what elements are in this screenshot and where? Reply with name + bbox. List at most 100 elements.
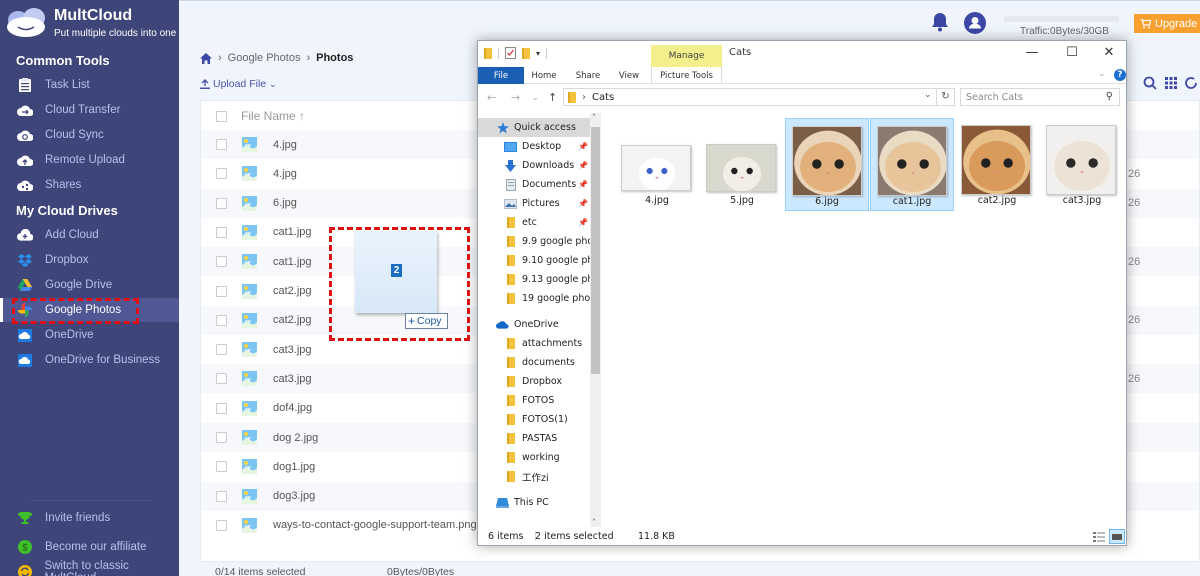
details-view-icon[interactable] — [1091, 529, 1107, 544]
tree-item-pictures[interactable]: Pictures 📌 — [478, 194, 590, 213]
sidebar-item-task-list[interactable]: Task List — [0, 73, 179, 97]
file-name[interactable]: cat1.jpg — [273, 226, 312, 238]
tree-item-etc[interactable]: etc 📌 — [478, 213, 590, 232]
row-checkbox[interactable] — [216, 168, 227, 180]
row-checkbox[interactable] — [216, 432, 227, 443]
breadcrumb-google-photos[interactable]: Google Photos — [228, 52, 301, 64]
refresh-icon[interactable] — [1185, 76, 1197, 90]
tab-file[interactable]: File — [478, 67, 524, 84]
tree-item-9-13-google-pho[interactable]: 9.13 google pho — [478, 270, 590, 289]
file-name[interactable]: cat3.jpg — [273, 373, 312, 385]
app-logo[interactable]: MultCloud Put multiple clouds into one — [4, 4, 179, 44]
file-name-column-header[interactable]: File Name ↑ — [241, 109, 305, 123]
row-checkbox[interactable] — [216, 197, 227, 209]
home-icon[interactable] — [200, 52, 212, 64]
scroll-up-icon[interactable]: ˄ — [592, 113, 596, 122]
search-cats-input[interactable]: Search Cats ⚲ — [960, 88, 1120, 106]
user-avatar[interactable] — [964, 12, 986, 34]
file-name[interactable]: dog 2.jpg — [273, 432, 318, 444]
file-name[interactable]: dog1.jpg — [273, 461, 315, 473]
tree-item-documents[interactable]: Documents 📌 — [478, 175, 590, 194]
sidebar-item-add-cloud[interactable]: Add Cloud — [0, 223, 179, 247]
expand-ribbon-icon[interactable]: ⌄ — [1098, 69, 1106, 79]
sidebar-item-shares[interactable]: Shares — [0, 173, 179, 197]
tree-item-working[interactable]: working — [478, 448, 590, 467]
tree-item-downloads[interactable]: Downloads 📌 — [478, 156, 590, 175]
row-checkbox[interactable] — [216, 285, 227, 297]
select-all-checkbox[interactable] — [216, 110, 227, 122]
file-name[interactable]: 6.jpg — [273, 197, 297, 209]
upgrade-button[interactable]: Upgrade — [1134, 14, 1200, 33]
minimize-button[interactable]: — — [1022, 45, 1042, 60]
row-checkbox[interactable] — [216, 344, 227, 356]
file-name[interactable]: cat2.jpg — [273, 314, 312, 326]
file-name[interactable]: cat2.jpg — [273, 285, 312, 297]
row-checkbox[interactable] — [216, 226, 227, 238]
file-name[interactable]: 4.jpg — [273, 168, 297, 180]
file-name[interactable]: ways-to-contact-google-support-team.png — [273, 519, 477, 531]
tree-item-pastas[interactable]: PASTAS — [478, 429, 590, 448]
large-icons-view-icon[interactable] — [1109, 529, 1125, 544]
sidebar-item-google-drive[interactable]: Google Drive — [0, 273, 179, 297]
sidebar-item-dropbox[interactable]: Dropbox — [0, 248, 179, 272]
sidebar-item-onedrive-business[interactable]: OneDrive for Business — [0, 348, 179, 372]
file-thumbnail-cat2-jpg[interactable]: cat2.jpg — [955, 118, 1039, 211]
tree-item-quick-access[interactable]: Quick access — [478, 118, 590, 137]
row-checkbox[interactable] — [216, 314, 227, 326]
address-dropdown-icon[interactable]: ⌄ — [924, 90, 932, 100]
sidebar-item-switch-classic[interactable]: Switch to classic MultCloud — [0, 560, 179, 576]
sidebar-item-onedrive[interactable]: OneDrive — [0, 323, 179, 347]
tree-item-dropbox[interactable]: Dropbox — [478, 372, 590, 391]
refresh-button[interactable]: ↻ — [936, 88, 954, 106]
recent-locations-icon[interactable]: ⌄ — [532, 93, 539, 102]
tab-home[interactable]: Home — [528, 67, 560, 84]
close-button[interactable]: ✕ — [1099, 45, 1119, 60]
tree-item-zi[interactable]: 工作zi — [478, 467, 590, 486]
tab-view[interactable]: View — [614, 67, 644, 84]
bell-icon[interactable] — [931, 12, 949, 32]
sidebar-item-affiliate[interactable]: $ Become our affiliate — [0, 535, 179, 559]
row-checkbox[interactable] — [216, 373, 227, 385]
address-bar[interactable]: › Cats ⌄ — [563, 88, 955, 106]
file-thumbnail-5-jpg[interactable]: 5.jpg — [700, 118, 784, 211]
tab-picture-tools[interactable]: Picture Tools — [651, 67, 722, 84]
row-checkbox[interactable] — [216, 402, 227, 414]
tab-share[interactable]: Share — [572, 67, 604, 84]
tree-item-documents[interactable]: documents — [478, 353, 590, 372]
manage-context-tab[interactable]: Manage — [651, 45, 722, 67]
tree-item-attachments[interactable]: attachments — [478, 334, 590, 353]
file-name[interactable]: dof4.jpg — [273, 402, 312, 414]
file-name[interactable]: dog3.jpg — [273, 490, 315, 502]
row-checkbox[interactable] — [216, 519, 227, 531]
row-checkbox[interactable] — [216, 461, 227, 473]
forward-arrow-icon[interactable]: → — [511, 91, 520, 104]
upload-file-button[interactable]: Upload File ⌄ — [200, 78, 277, 90]
tree-item-desktop[interactable]: Desktop 📌 — [478, 137, 590, 156]
sidebar-item-remote-upload[interactable]: Remote Upload — [0, 148, 179, 172]
row-checkbox[interactable] — [216, 256, 227, 268]
sidebar-item-invite-friends[interactable]: Invite friends — [0, 506, 179, 530]
file-thumbnail-cat3-jpg[interactable]: cat3.jpg — [1040, 118, 1124, 211]
tree-item-fotos-1[interactable]: FOTOS(1) — [478, 410, 590, 429]
new-folder-icon[interactable] — [522, 47, 530, 59]
row-checkbox[interactable] — [216, 490, 227, 502]
file-thumbnail-4-jpg[interactable]: 4.jpg — [615, 118, 699, 211]
scroll-down-icon[interactable]: ˅ — [592, 518, 596, 527]
grid-view-icon[interactable] — [1165, 77, 1177, 89]
tree-item-fotos[interactable]: FOTOS — [478, 391, 590, 410]
file-thumbnail-cat1-jpg[interactable]: cat1.jpg — [870, 118, 954, 211]
back-arrow-icon[interactable]: ← — [487, 91, 496, 104]
up-arrow-icon[interactable]: ↑ — [548, 91, 557, 104]
sidebar-item-cloud-transfer[interactable]: Cloud Transfer — [0, 98, 179, 122]
navigation-pane-scrollbar[interactable]: ˄ ˅ — [590, 113, 601, 527]
tree-item-onedrive[interactable]: OneDrive — [478, 315, 590, 334]
tree-item-19-google-photo[interactable]: 19 google photo — [478, 289, 590, 308]
customize-toolbar-icon[interactable]: ▾ — [536, 49, 540, 58]
tree-item-this-pc[interactable]: This PC — [478, 493, 590, 512]
sidebar-item-google-photos[interactable]: Google Photos — [0, 298, 179, 322]
search-icon[interactable] — [1143, 76, 1157, 90]
maximize-button[interactable]: ☐ — [1062, 45, 1082, 60]
help-icon[interactable]: ? — [1114, 69, 1126, 81]
file-name[interactable]: cat1.jpg — [273, 256, 312, 268]
properties-icon[interactable] — [505, 47, 516, 59]
